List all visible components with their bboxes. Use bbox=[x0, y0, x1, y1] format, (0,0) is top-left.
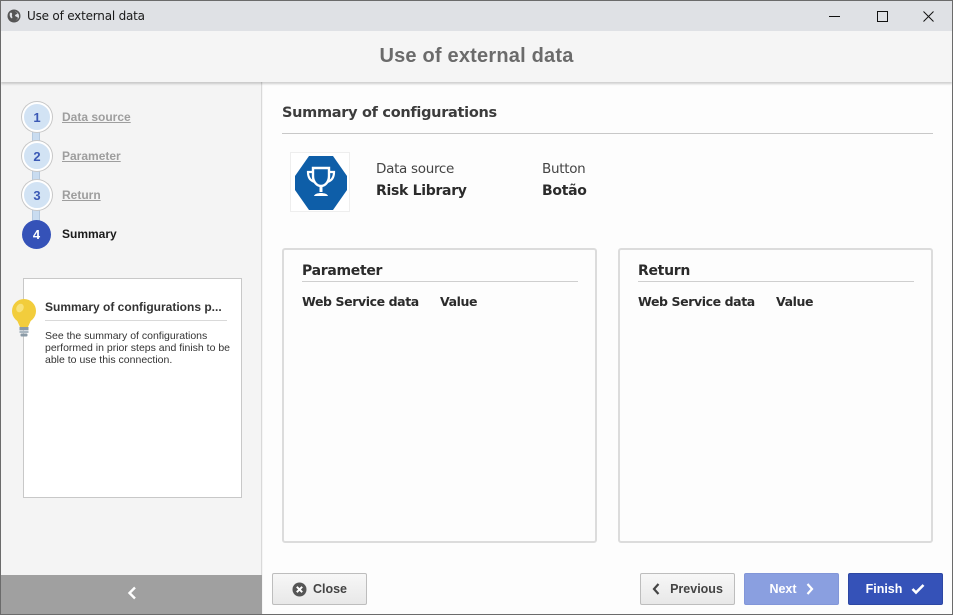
minimize-button[interactable] bbox=[811, 1, 857, 31]
column-header-value: Value bbox=[776, 294, 814, 309]
finish-label: Finish bbox=[865, 582, 903, 596]
step-label[interactable]: Return bbox=[62, 188, 101, 202]
step-data-source[interactable]: 1 Data source bbox=[22, 102, 131, 132]
close-button[interactable]: Close bbox=[272, 573, 367, 605]
previous-label: Previous bbox=[670, 582, 723, 596]
globe-icon bbox=[7, 9, 21, 23]
dialog-window: Use of external data Use of external dat… bbox=[0, 0, 953, 615]
return-panel: Return Web Service data Value bbox=[618, 248, 933, 543]
minimize-icon bbox=[828, 11, 840, 22]
close-icon bbox=[922, 10, 934, 22]
close-circle-icon bbox=[292, 582, 307, 597]
step-label[interactable]: Parameter bbox=[62, 149, 121, 163]
button-value: Botão bbox=[542, 183, 587, 199]
window-close-button[interactable] bbox=[905, 1, 951, 31]
column-header-value: Value bbox=[440, 294, 478, 309]
lightbulb-icon bbox=[10, 297, 38, 341]
maximize-button[interactable] bbox=[859, 1, 905, 31]
chevron-left-icon bbox=[652, 583, 660, 595]
close-label: Close bbox=[312, 582, 348, 596]
step-number: 2 bbox=[22, 141, 52, 171]
window-title: Use of external data bbox=[27, 9, 145, 23]
finish-button[interactable]: Finish bbox=[848, 573, 943, 605]
wizard-sidebar: 1 Data source 2 Parameter 3 Return 4 Sum… bbox=[1, 82, 262, 614]
step-parameter[interactable]: 2 Parameter bbox=[22, 141, 121, 171]
help-title: Summary of configurations p... bbox=[45, 300, 227, 321]
column-header-web-service-data: Web Service data bbox=[302, 294, 419, 309]
maximize-icon bbox=[876, 10, 888, 22]
step-summary: 4 Summary bbox=[22, 219, 117, 249]
data-source-image bbox=[290, 152, 350, 212]
collapse-sidebar-button[interactable] bbox=[1, 575, 262, 614]
step-return[interactable]: 3 Return bbox=[22, 180, 101, 210]
step-number: 1 bbox=[22, 102, 52, 132]
step-number: 3 bbox=[22, 180, 52, 210]
chevron-left-icon bbox=[127, 586, 137, 605]
section-title: Summary of configurations bbox=[282, 105, 497, 121]
step-label[interactable]: Data source bbox=[62, 110, 131, 124]
previous-button[interactable]: Previous bbox=[640, 573, 735, 605]
panel-title: Return bbox=[638, 263, 691, 279]
panel-title: Parameter bbox=[302, 263, 383, 279]
chevron-right-icon bbox=[806, 583, 814, 595]
parameter-panel: Parameter Web Service data Value bbox=[282, 248, 597, 543]
title-bar: Use of external data bbox=[1, 1, 952, 31]
help-text: See the summary of configurations perfor… bbox=[45, 330, 231, 366]
checkmark-icon bbox=[911, 583, 925, 595]
divider bbox=[638, 281, 914, 282]
next-label: Next bbox=[769, 582, 797, 596]
main-content: Summary of configurations Data source Ri… bbox=[263, 82, 952, 614]
data-source-value: Risk Library bbox=[376, 183, 467, 199]
data-source-label: Data source bbox=[376, 161, 455, 177]
step-number: 4 bbox=[22, 219, 51, 249]
dialog-header: Use of external data bbox=[1, 31, 952, 82]
dialog-title: Use of external data bbox=[379, 45, 574, 67]
divider bbox=[302, 281, 578, 282]
button-label: Button bbox=[542, 161, 586, 177]
next-button[interactable]: Next bbox=[744, 573, 839, 605]
column-header-web-service-data: Web Service data bbox=[638, 294, 755, 309]
step-label: Summary bbox=[62, 227, 117, 241]
divider bbox=[282, 133, 933, 134]
help-card: Summary of configurations p... See the s… bbox=[12, 278, 242, 498]
